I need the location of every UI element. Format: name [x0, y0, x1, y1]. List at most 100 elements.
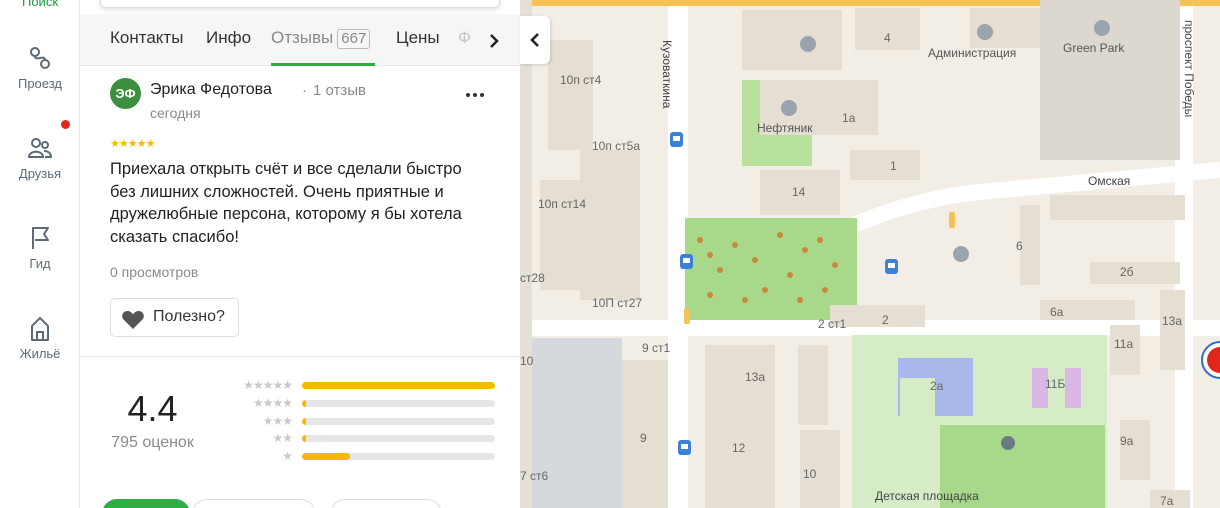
- bus-stop-icon: [885, 259, 898, 274]
- map-label-house: 2 ст1: [818, 317, 847, 331]
- rating-row-track: [302, 382, 495, 389]
- map-label-poi: Администрация: [928, 46, 1016, 60]
- tab-reviews-label: Отзывы: [271, 28, 334, 47]
- bus-stop-icon: [678, 440, 691, 455]
- rating-value: 4.4: [127, 388, 178, 429]
- map-label-house: 11Б: [1045, 377, 1065, 391]
- map-label-house: 9: [640, 431, 647, 445]
- rail-item-housing[interactable]: Жильё: [0, 314, 80, 361]
- rail-item-label: Гид: [29, 256, 51, 271]
- map-label-house: 10: [803, 467, 817, 481]
- rating-row-stars: ★: [282, 449, 293, 464]
- chevron-right-icon: [490, 34, 499, 48]
- bus-stop-icon: [670, 132, 683, 147]
- rail-item-route[interactable]: Проезд: [0, 44, 80, 91]
- active-tab-underline: [271, 63, 375, 66]
- rating-distribution-row: ★★: [218, 431, 498, 447]
- map-label-house: 7 ст6: [520, 469, 549, 483]
- rail-search-label: Поиск: [21, 0, 59, 9]
- rating-row-stars: ★★: [272, 431, 292, 446]
- rating-distribution-row: ★★★★: [218, 395, 498, 412]
- rating-distribution-row: ★★★: [218, 413, 498, 430]
- bottom-action-button[interactable]: [102, 499, 190, 508]
- rating-row-track: [302, 417, 495, 425]
- map-label-house: 4: [884, 31, 891, 45]
- map-label-house: 14: [792, 185, 806, 199]
- tab-info[interactable]: Инфо: [206, 28, 251, 48]
- map-label-house: 2б: [1120, 265, 1134, 279]
- useful-button[interactable]: Полезно?: [110, 298, 239, 337]
- review-date: сегодня: [150, 105, 201, 121]
- notification-dot: [61, 120, 70, 129]
- map-label-house: 7а: [1160, 494, 1174, 508]
- rating-row-stars: ★★★: [262, 413, 293, 428]
- poi-icon: [1094, 20, 1110, 36]
- map-label-street: проспект Победы: [1182, 20, 1196, 117]
- rating-row-track: [302, 399, 495, 407]
- poi-icon: [781, 100, 797, 116]
- map-label-poi: Детская площадка: [875, 489, 979, 503]
- map-label-house: 9а: [1120, 434, 1134, 448]
- rail-item-label: Проезд: [17, 76, 62, 91]
- rail-item-guide[interactable]: Гид: [0, 224, 80, 271]
- rating-row-track: [302, 435, 495, 443]
- rail-item-label: Друзья: [18, 166, 62, 181]
- review-text: Приехала открыть счёт и все сделали быст…: [110, 160, 462, 246]
- rating-row-stars: ★★★★: [252, 395, 293, 410]
- map-label-house: 2а: [930, 379, 944, 393]
- rail-search[interactable]: Поиск: [0, 0, 80, 9]
- rating-row-stars: ★★★★★: [243, 378, 293, 392]
- review-author[interactable]: Эрика Федотова: [150, 81, 272, 99]
- map-label-house: 13а: [745, 370, 765, 384]
- map-canvas[interactable]: Кузоваткина Омская проспект Победы Админ…: [520, 0, 1220, 508]
- rating-row-fill: [302, 399, 306, 407]
- map-label-house: 2: [882, 313, 889, 327]
- map-label-house: 1: [890, 159, 897, 173]
- avatar[interactable]: ЭФ: [110, 78, 141, 109]
- map-label-poi: Green Park: [1063, 41, 1125, 55]
- tab-prices[interactable]: Цены: [396, 28, 440, 48]
- heart-icon: [122, 311, 144, 329]
- rail-item-label: Жильё: [19, 346, 61, 361]
- chevron-left-icon: [530, 33, 539, 47]
- review-stars: ★★★★★: [110, 138, 155, 150]
- bottom-sort-button[interactable]: [192, 499, 316, 508]
- rating-row-fill: [302, 435, 306, 443]
- traffic-light-icon: [684, 308, 690, 324]
- house-icon: [31, 317, 49, 341]
- tab-faded[interactable]: Ф: [458, 28, 471, 48]
- rating-distribution-row: ★★★★★: [218, 378, 498, 394]
- author-review-count-text: 1 отзыв: [313, 82, 367, 99]
- map-view[interactable]: Кузоваткина Омская проспект Победы Админ…: [520, 0, 1220, 508]
- poi-icon: [800, 36, 816, 52]
- map-label-house: 13а: [1162, 314, 1182, 328]
- map-label-house: 10: [520, 354, 534, 368]
- tabs-next-button[interactable]: [478, 26, 512, 56]
- tab-contacts[interactable]: Контакты: [110, 28, 183, 48]
- rating-distribution-row: ★: [218, 449, 498, 465]
- useful-label: Полезно?: [153, 308, 225, 325]
- rail-item-friends[interactable]: Друзья: [0, 134, 80, 181]
- tab-reviews[interactable]: Отзывы 667: [271, 28, 371, 49]
- traffic-light-icon: [949, 212, 955, 228]
- map-label-house: 10п ст14: [538, 197, 586, 211]
- map-label-poi: Нефтяник: [757, 121, 813, 135]
- author-review-count: · 1 отзыв: [302, 82, 367, 99]
- bus-stop-icon: [680, 254, 693, 269]
- more-options-icon[interactable]: [466, 84, 490, 100]
- search-bar-edge[interactable]: [100, 0, 500, 8]
- bottom-filter-button[interactable]: [330, 499, 442, 508]
- collapse-panel-button[interactable]: [520, 16, 550, 64]
- map-label-house: 6а: [1050, 305, 1064, 319]
- map-label-house: 12: [732, 441, 746, 455]
- left-rail: Поиск Проезд Друзья Гид Жильё: [0, 0, 80, 508]
- map-label-house: 10п ст4: [560, 73, 602, 87]
- place-panel: Контакты Инфо Отзывы 667 Цены Ф ЭФ Эрика …: [80, 0, 520, 508]
- rating-count: 795 оценок: [111, 434, 194, 451]
- friends-icon: [27, 138, 53, 158]
- map-label-house: 10п ст5а: [592, 139, 640, 153]
- rating-row-fill: [302, 453, 351, 461]
- map-label-house: 6: [1016, 239, 1023, 253]
- rating-row-fill: [302, 382, 495, 389]
- reviews-count-badge: 667: [337, 29, 371, 49]
